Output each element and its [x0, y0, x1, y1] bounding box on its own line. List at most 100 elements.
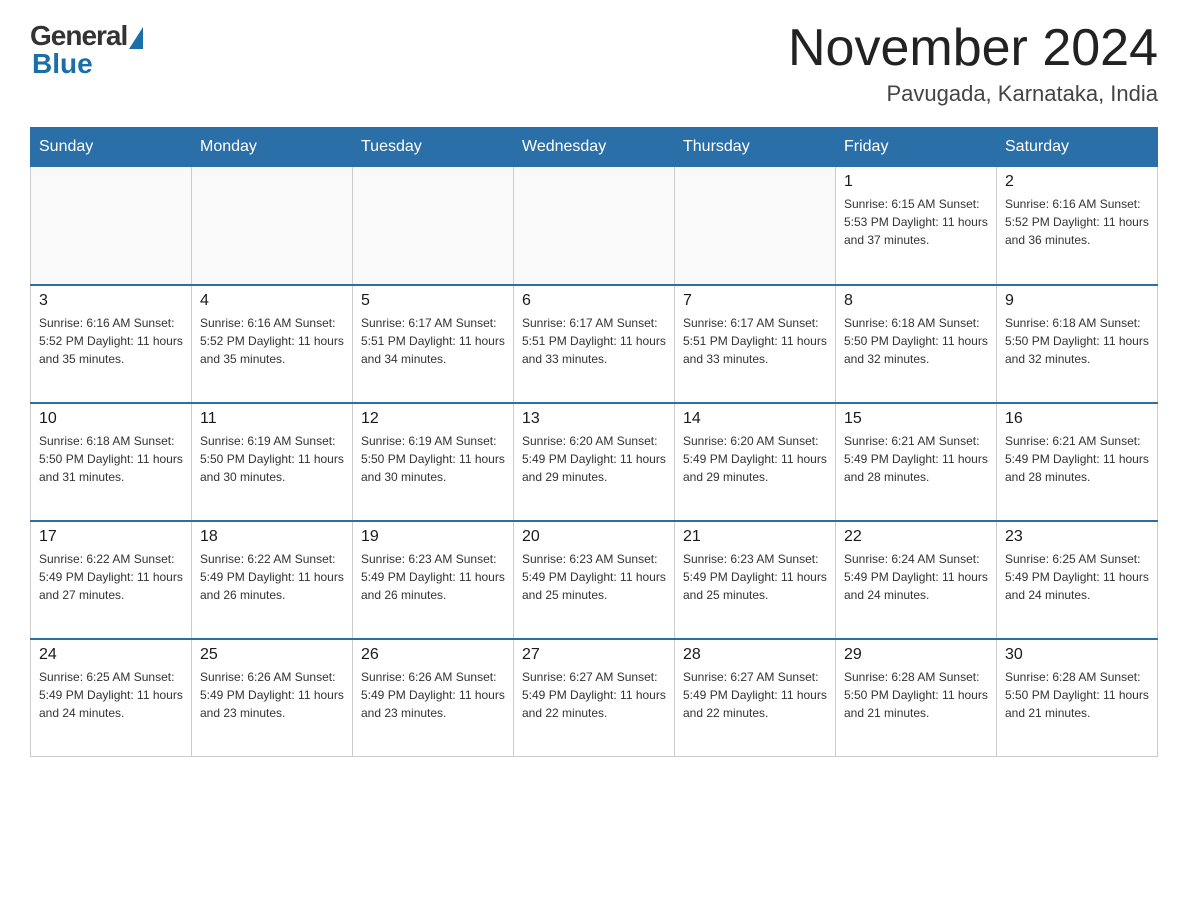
day-number: 19	[361, 528, 505, 546]
calendar-cell: 20 Sunrise: 6:23 AM Sunset: 5:49 PM Dayli…	[514, 521, 675, 639]
weekday-header-friday: Friday	[836, 128, 997, 167]
day-info: Sunrise: 6:17 AM Sunset: 5:51 PM Dayligh…	[361, 314, 505, 368]
calendar-cell: 21 Sunrise: 6:23 AM Sunset: 5:49 PM Dayli…	[675, 521, 836, 639]
calendar-cell: 28Sunrise: 6:27 AM Sunset: 5:49 PM Dayli…	[675, 639, 836, 757]
day-info: Sunrise: 6:23 AM Sunset: 5:49 PM Dayligh…	[683, 550, 827, 604]
calendar-cell: 4 Sunrise: 6:16 AM Sunset: 5:52 PM Daylig…	[192, 285, 353, 403]
day-number: 5	[361, 292, 505, 310]
day-number: 8	[844, 292, 988, 310]
day-info: Sunrise: 6:19 AM Sunset: 5:50 PM Dayligh…	[200, 432, 344, 486]
day-number: 4	[200, 292, 344, 310]
calendar-cell: 11 Sunrise: 6:19 AM Sunset: 5:50 PM Dayli…	[192, 403, 353, 521]
weekday-header-thursday: Thursday	[675, 128, 836, 167]
day-info: Sunrise: 6:19 AM Sunset: 5:50 PM Dayligh…	[361, 432, 505, 486]
calendar-cell: 19 Sunrise: 6:23 AM Sunset: 5:49 PM Dayli…	[353, 521, 514, 639]
calendar-cell: 2 Sunrise: 6:16 AM Sunset: 5:52 PM Daylig…	[997, 167, 1158, 285]
day-number: 9	[1005, 292, 1149, 310]
calendar-cell: 7 Sunrise: 6:17 AM Sunset: 5:51 PM Daylig…	[675, 285, 836, 403]
day-number: 12	[361, 410, 505, 428]
calendar-cell: 15Sunrise: 6:21 AM Sunset: 5:49 PM Dayli…	[836, 403, 997, 521]
logo-blue-text: Blue	[30, 48, 93, 80]
day-info: Sunrise: 6:21 AM Sunset: 5:49 PM Dayligh…	[1005, 432, 1149, 486]
day-number: 18	[200, 528, 344, 546]
day-number: 14	[683, 410, 827, 428]
calendar-cell: 24 Sunrise: 6:25 AM Sunset: 5:49 PM Dayli…	[31, 639, 192, 757]
day-info: Sunrise: 6:18 AM Sunset: 5:50 PM Dayligh…	[1005, 314, 1149, 368]
calendar-cell: 1 Sunrise: 6:15 AM Sunset: 5:53 PM Daylig…	[836, 167, 997, 285]
calendar-cell: 30Sunrise: 6:28 AM Sunset: 5:50 PM Dayli…	[997, 639, 1158, 757]
day-number: 16	[1005, 410, 1149, 428]
calendar-cell: 18 Sunrise: 6:22 AM Sunset: 5:49 PM Dayli…	[192, 521, 353, 639]
day-info: Sunrise: 6:26 AM Sunset: 5:49 PM Dayligh…	[361, 668, 505, 722]
calendar-cell: 6Sunrise: 6:17 AM Sunset: 5:51 PM Daylig…	[514, 285, 675, 403]
day-info: Sunrise: 6:21 AM Sunset: 5:49 PM Dayligh…	[844, 432, 988, 486]
day-info: Sunrise: 6:23 AM Sunset: 5:49 PM Dayligh…	[361, 550, 505, 604]
day-number: 21	[683, 528, 827, 546]
day-number: 28	[683, 646, 827, 664]
day-number: 7	[683, 292, 827, 310]
day-info: Sunrise: 6:16 AM Sunset: 5:52 PM Dayligh…	[39, 314, 183, 368]
day-number: 27	[522, 646, 666, 664]
day-info: Sunrise: 6:18 AM Sunset: 5:50 PM Dayligh…	[39, 432, 183, 486]
calendar-cell	[31, 167, 192, 285]
day-info: Sunrise: 6:22 AM Sunset: 5:49 PM Dayligh…	[200, 550, 344, 604]
week-row-4: 17 Sunrise: 6:22 AM Sunset: 5:49 PM Dayli…	[31, 521, 1158, 639]
day-info: Sunrise: 6:17 AM Sunset: 5:51 PM Dayligh…	[683, 314, 827, 368]
calendar-cell	[353, 167, 514, 285]
day-number: 29	[844, 646, 988, 664]
location-title: Pavugada, Karnataka, India	[788, 81, 1158, 107]
day-info: Sunrise: 6:20 AM Sunset: 5:49 PM Dayligh…	[522, 432, 666, 486]
calendar-cell	[675, 167, 836, 285]
calendar-cell: 16 Sunrise: 6:21 AM Sunset: 5:49 PM Dayli…	[997, 403, 1158, 521]
calendar-cell: 27 Sunrise: 6:27 AM Sunset: 5:49 PM Dayli…	[514, 639, 675, 757]
week-row-5: 24 Sunrise: 6:25 AM Sunset: 5:49 PM Dayli…	[31, 639, 1158, 757]
weekday-header-sunday: Sunday	[31, 128, 192, 167]
day-number: 26	[361, 646, 505, 664]
weekday-header-row: SundayMondayTuesdayWednesdayThursdayFrid…	[31, 128, 1158, 167]
calendar-cell: 14 Sunrise: 6:20 AM Sunset: 5:49 PM Dayli…	[675, 403, 836, 521]
calendar-cell: 9 Sunrise: 6:18 AM Sunset: 5:50 PM Daylig…	[997, 285, 1158, 403]
day-number: 10	[39, 410, 183, 428]
day-info: Sunrise: 6:16 AM Sunset: 5:52 PM Dayligh…	[1005, 195, 1149, 249]
day-number: 6	[522, 292, 666, 310]
day-info: Sunrise: 6:28 AM Sunset: 5:50 PM Dayligh…	[1005, 668, 1149, 722]
week-row-2: 3 Sunrise: 6:16 AM Sunset: 5:52 PM Daylig…	[31, 285, 1158, 403]
calendar-cell: 29Sunrise: 6:28 AM Sunset: 5:50 PM Dayli…	[836, 639, 997, 757]
calendar-cell: 17Sunrise: 6:22 AM Sunset: 5:49 PM Dayli…	[31, 521, 192, 639]
day-info: Sunrise: 6:26 AM Sunset: 5:49 PM Dayligh…	[200, 668, 344, 722]
day-info: Sunrise: 6:20 AM Sunset: 5:49 PM Dayligh…	[683, 432, 827, 486]
day-info: Sunrise: 6:16 AM Sunset: 5:52 PM Dayligh…	[200, 314, 344, 368]
weekday-header-saturday: Saturday	[997, 128, 1158, 167]
day-number: 2	[1005, 173, 1149, 191]
calendar-cell: 12 Sunrise: 6:19 AM Sunset: 5:50 PM Dayli…	[353, 403, 514, 521]
calendar-cell: 10 Sunrise: 6:18 AM Sunset: 5:50 PM Dayli…	[31, 403, 192, 521]
calendar-cell: 23 Sunrise: 6:25 AM Sunset: 5:49 PM Dayli…	[997, 521, 1158, 639]
day-number: 25	[200, 646, 344, 664]
calendar-cell: 5 Sunrise: 6:17 AM Sunset: 5:51 PM Daylig…	[353, 285, 514, 403]
day-info: Sunrise: 6:15 AM Sunset: 5:53 PM Dayligh…	[844, 195, 988, 249]
logo: General Blue	[30, 20, 143, 80]
calendar-cell	[192, 167, 353, 285]
day-number: 1	[844, 173, 988, 191]
day-info: Sunrise: 6:25 AM Sunset: 5:49 PM Dayligh…	[39, 668, 183, 722]
day-number: 11	[200, 410, 344, 428]
weekday-header-wednesday: Wednesday	[514, 128, 675, 167]
calendar-cell	[514, 167, 675, 285]
day-info: Sunrise: 6:25 AM Sunset: 5:49 PM Dayligh…	[1005, 550, 1149, 604]
calendar-cell: 13 Sunrise: 6:20 AM Sunset: 5:49 PM Dayli…	[514, 403, 675, 521]
day-number: 24	[39, 646, 183, 664]
week-row-1: 1 Sunrise: 6:15 AM Sunset: 5:53 PM Daylig…	[31, 167, 1158, 285]
day-info: Sunrise: 6:24 AM Sunset: 5:49 PM Dayligh…	[844, 550, 988, 604]
day-number: 23	[1005, 528, 1149, 546]
day-number: 17	[39, 528, 183, 546]
week-row-3: 10 Sunrise: 6:18 AM Sunset: 5:50 PM Dayli…	[31, 403, 1158, 521]
page-header: General Blue November 2024 Pavugada, Kar…	[30, 20, 1158, 107]
day-number: 3	[39, 292, 183, 310]
day-info: Sunrise: 6:23 AM Sunset: 5:49 PM Dayligh…	[522, 550, 666, 604]
day-number: 22	[844, 528, 988, 546]
title-block: November 2024 Pavugada, Karnataka, India	[788, 20, 1158, 107]
day-info: Sunrise: 6:27 AM Sunset: 5:49 PM Dayligh…	[522, 668, 666, 722]
weekday-header-tuesday: Tuesday	[353, 128, 514, 167]
day-number: 13	[522, 410, 666, 428]
day-number: 20	[522, 528, 666, 546]
